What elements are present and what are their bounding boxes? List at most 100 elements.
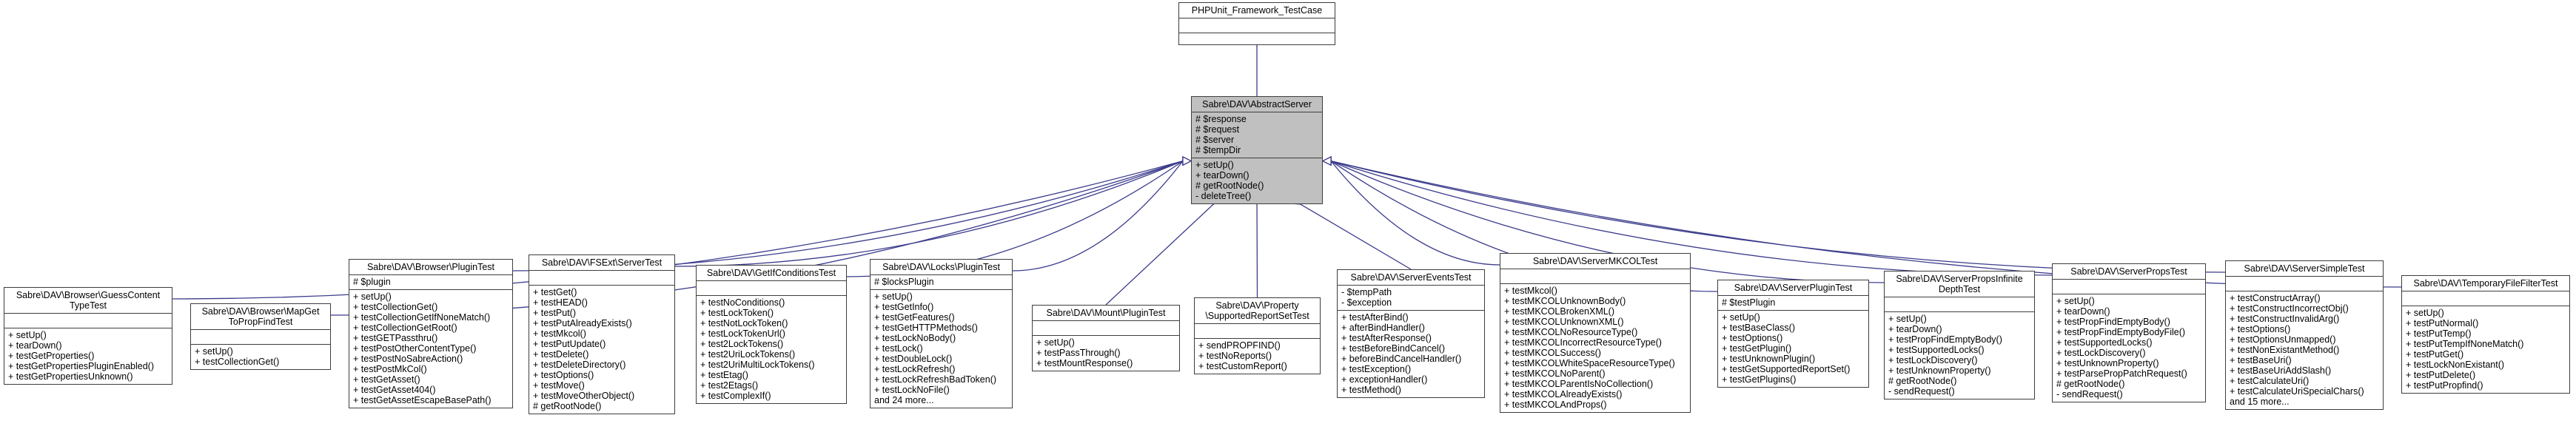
uml-class-sabre-dav-property-supportedreportsettest[interactable]: Sabre\DAV\Property \SupportedReportSetTe… <box>1194 297 1321 374</box>
uml-operation: + testUnknownProperty() <box>1888 365 1991 376</box>
uml-class-title: Sabre\DAV\GetIfConditionsTest <box>697 266 846 281</box>
uml-operation: + testGetPropertiesUnknown() <box>8 371 133 382</box>
uml-class-title: Sabre\DAV\Browser\MapGet ToPropFindTest <box>191 304 330 330</box>
uml-operation: + testPostOtherContentType() <box>353 343 477 354</box>
uml-operation: + testLockNoFile() <box>874 385 950 395</box>
uml-operation: + testMkcol() <box>533 328 586 339</box>
inheritance-arrowhead <box>1321 156 1332 166</box>
inheritance-arrowhead <box>1182 156 1193 166</box>
inheritance-arrowhead <box>1182 156 1193 166</box>
uml-class-sabre-dav-browser-mapgettopropfindtest[interactable]: Sabre\DAV\Browser\MapGet ToPropFindTest +… <box>190 303 331 370</box>
uml-class-sabre-dav-browser-plugintest[interactable]: Sabre\DAV\Browser\PluginTest # $plugin + s… <box>349 259 513 408</box>
inheritance-line <box>172 160 1184 300</box>
uml-operation: + testBeforeBindCancel() <box>1341 343 1446 354</box>
uml-class-title: Sabre\DAV\ServerSimpleTest <box>2226 261 2383 277</box>
uml-class-operations: + setUp() + tearDown() + testPropFindEmpty… <box>2053 294 2205 402</box>
inheritance-arrowhead <box>1321 156 1332 166</box>
uml-class-title: Sabre\DAV\ServerMKCOLTest <box>1500 254 1690 269</box>
uml-class-sabre-dav-serversimpletest[interactable]: Sabre\DAV\ServerSimpleTest + testConstruc… <box>2225 260 2384 410</box>
uml-operation: + testGetAsset404() <box>353 385 436 395</box>
uml-operation: + setUp() <box>874 291 913 302</box>
uml-operation: + testGetPlugin() <box>1722 343 1792 354</box>
uml-operation: + testPropFindEmptyBody() <box>1888 334 2002 345</box>
uml-class-title: Sabre\DAV\Locks\PluginTest <box>871 260 1012 275</box>
uml-operation: + afterBindHandler() <box>1341 323 1425 333</box>
uml-operation: + testGetAsset() <box>353 374 420 385</box>
uml-attribute: - $exception <box>1341 297 1392 308</box>
uml-class-sabre-dav-fsext-servertest[interactable]: Sabre\DAV\FSExt\ServerTest + testGet() + t… <box>529 254 675 414</box>
inheritance-line <box>1105 198 1220 306</box>
uml-operation: + setUp() <box>1036 337 1075 348</box>
uml-attribute: # $server <box>1195 135 1235 145</box>
uml-operation: - deleteTree() <box>1195 191 1252 201</box>
uml-class-sabre-dav-temporaryfilefiltertest[interactable]: Sabre\DAV\TemporaryFileFilterTest + setUp… <box>2401 275 2570 394</box>
inheritance-arrowhead <box>1321 156 1332 166</box>
uml-operation: + test2LockTokens() <box>700 339 784 349</box>
uml-attribute: # $plugin <box>353 277 391 287</box>
uml-operation: and 24 more... <box>874 395 934 405</box>
uml-class-attributes: - $tempPath - $exception <box>1338 286 1484 311</box>
inheritance-line <box>1330 160 2053 276</box>
uml-operation: + testLockTokenUrl() <box>700 328 785 339</box>
uml-operation: + testNoConditions() <box>700 297 785 308</box>
uml-attribute: # $tempDir <box>1195 145 1241 155</box>
uml-operation: + testPropFindEmptyBody() <box>2056 317 2170 327</box>
inheritance-line <box>674 160 1184 267</box>
uml-operation: + testEtag() <box>700 370 748 380</box>
uml-operation: + testUnknownProperty() <box>2056 358 2159 368</box>
uml-class-attributes <box>4 314 172 328</box>
uml-class-sabre-dav-serverpropstest[interactable]: Sabre\DAV\ServerPropsTest + setUp() + tear… <box>2052 263 2206 402</box>
uml-attribute: # $response <box>1195 114 1247 124</box>
uml-operation: + sendPROPFIND() <box>1198 340 1281 351</box>
uml-class-sabre-dav-abstractserver[interactable]: Sabre\DAV\AbstractServer # $response # $re… <box>1191 96 1323 204</box>
uml-operation: + testBaseClass() <box>1722 323 1795 333</box>
inheritance-arrowhead <box>1182 156 1193 166</box>
uml-operation: + testMKCOLNoResourceType() <box>1504 327 1638 337</box>
uml-operation: + testGetHTTPMethods() <box>874 323 978 333</box>
uml-class-phpunit-framework-testcase[interactable]: PHPUnit_Framework_TestCase <box>1178 2 1335 45</box>
uml-class-sabre-dav-servereventstest[interactable]: Sabre\DAV\ServerEventsTest - $tempPath - $… <box>1337 269 1485 398</box>
uml-operation: + testMKCOLBrokenXML() <box>1504 306 1615 317</box>
uml-class-sabre-dav-serverpropsinfinitedepthtest[interactable]: Sabre\DAV\ServerPropsInfinite DepthTest +… <box>1884 271 2035 399</box>
uml-operation: + testPropFindEmptyBodyFile() <box>2056 327 2186 337</box>
uml-class-attributes <box>529 271 674 286</box>
uml-class-sabre-dav-mount-plugintest[interactable]: Sabre\DAV\Mount\PluginTest + setUp() + tes… <box>1032 305 1180 371</box>
uml-class-sabre-dav-serverplugintest[interactable]: Sabre\DAV\ServerPluginTest # $testPlugin +… <box>1717 280 1869 388</box>
uml-operation: + testLockDiscovery() <box>2056 348 2146 358</box>
inheritance-arrowhead <box>1182 156 1193 166</box>
inheritance-arrowhead <box>1182 156 1193 166</box>
uml-operation: + test2UriMultiLockTokens() <box>700 360 815 370</box>
uml-class-operations: + testConstructArray() + testConstructInc… <box>2226 291 2383 409</box>
uml-class-attributes: # $testPlugin <box>1718 296 1868 311</box>
uml-operation: + testMove() <box>533 380 585 391</box>
uml-operation: + testPutNormal() <box>2406 318 2479 328</box>
uml-class-title: Sabre\DAV\ServerPluginTest <box>1718 280 1868 296</box>
inheritance-arrowhead <box>1321 156 1332 166</box>
uml-operation: + testNotLockToken() <box>700 318 788 328</box>
uml-operation: + testAfterResponse() <box>1341 333 1432 343</box>
uml-class-title: Sabre\DAV\Mount\PluginTest <box>1033 306 1179 321</box>
uml-class-operations: + testGet() + testHEAD() + testPut() + test… <box>529 286 674 414</box>
uml-operation: + setUp() <box>1195 160 1234 170</box>
uml-class-attributes <box>1179 18 1335 33</box>
uml-class-operations: + setUp() + testPutNormal() + testPutTemp(… <box>2402 306 2569 393</box>
uml-operation: + testPostNoSabreAction() <box>353 354 463 364</box>
uml-class-sabre-dav-browser-guesscontenttypetest[interactable]: Sabre\DAV\Browser\GuessContent TypeTest +… <box>4 287 172 385</box>
uml-operation: - sendRequest() <box>2056 389 2123 399</box>
uml-class-sabre-dav-getifconditionstest[interactable]: Sabre\DAV\GetIfConditionsTest + testNoCon… <box>696 265 847 404</box>
uml-class-sabre-dav-servermkcoltest[interactable]: Sabre\DAV\ServerMKCOLTest + testMkcol() + … <box>1500 253 1691 413</box>
uml-operation: + setUp() <box>195 346 233 357</box>
uml-class-attributes <box>1885 297 2034 312</box>
uml-operation: + testPostMkCol() <box>353 364 427 374</box>
uml-operation: + testLock() <box>874 343 923 354</box>
uml-class-sabre-dav-locks-plugintest[interactable]: Sabre\DAV\Locks\PluginTest # $locksPlugin… <box>870 259 1013 408</box>
uml-operation: and 15 more... <box>2230 397 2290 407</box>
inheritance-arrowhead <box>1321 156 1332 166</box>
uml-operation: + test2UriLockTokens() <box>700 349 796 360</box>
inheritance-line <box>1012 161 1184 272</box>
uml-operation: + testLockRefreshBadToken() <box>874 374 997 385</box>
uml-operation: + tearDown() <box>1195 170 1250 181</box>
uml-operation: + testNonExistantMethod() <box>2230 345 2340 355</box>
inheritance-arrowhead <box>1321 156 1332 166</box>
uml-operation: + testGetPropertiesPluginEnabled() <box>8 361 154 371</box>
